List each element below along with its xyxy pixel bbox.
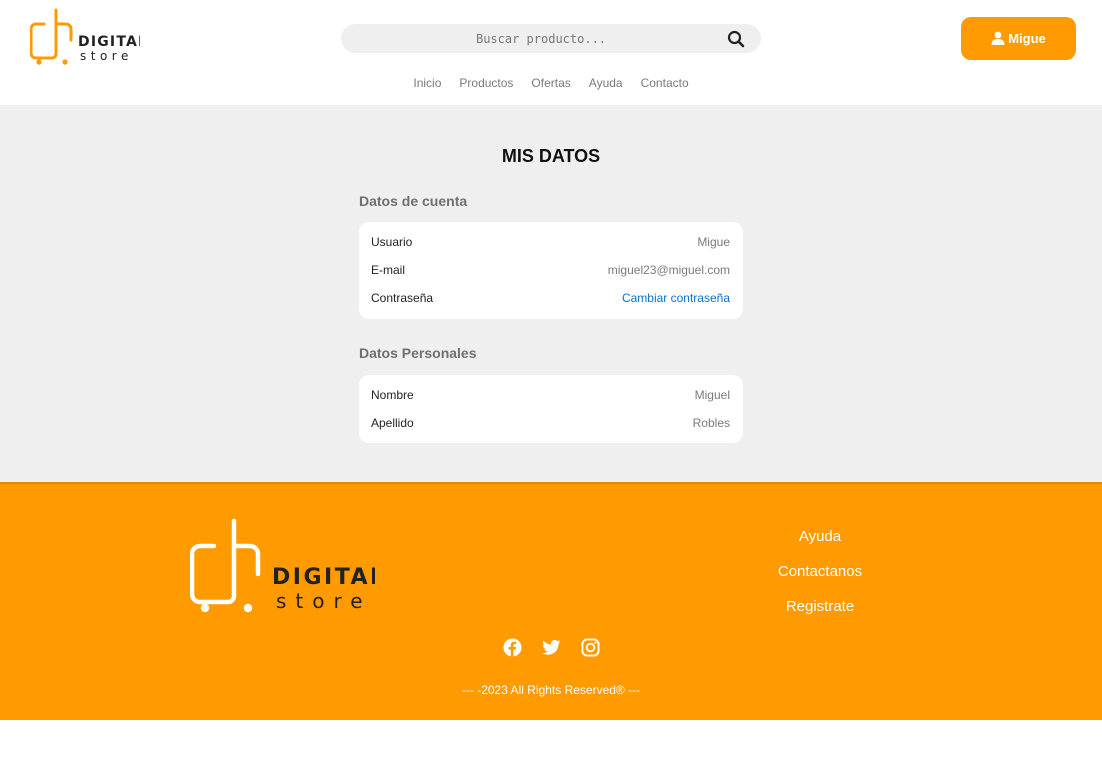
main-content: MIS DATOS Datos de cuenta Usuario Migue … [0, 105, 1102, 482]
twitter-icon[interactable] [541, 638, 561, 657]
social-links [0, 638, 1102, 657]
svg-text:DIGITAL: DIGITAL [78, 34, 140, 50]
email-value: miguel23@miguel.com [607, 263, 730, 277]
personal-card: Nombre Miguel Apellido Robles [359, 375, 743, 443]
nav-inicio[interactable]: Inicio [413, 76, 441, 94]
svg-text:DIGITAL: DIGITAL [272, 565, 375, 590]
name-value: Miguel [694, 388, 730, 402]
footer-logo[interactable]: DIGITAL store [189, 518, 384, 614]
account-row-user: Usuario Migue [371, 235, 730, 251]
personal-row-lastname: Apellido Robles [371, 416, 730, 432]
lastname-value: Robles [692, 416, 730, 430]
page-title: MIS DATOS [501, 146, 601, 166]
account-row-email: E-mail miguel23@miguel.com [371, 263, 730, 279]
digital-store-logo[interactable]: DIGITAL store [29, 8, 147, 66]
nav-ayuda[interactable]: Ayuda [589, 76, 623, 94]
password-label: Contraseña [371, 291, 434, 305]
user-name-label: Migue [1008, 31, 1046, 46]
svg-text:store: store [276, 589, 372, 613]
footer-link-registrate[interactable]: Registrate [720, 598, 920, 633]
account-row-password: Contraseña Cambiar contraseña [371, 291, 730, 307]
change-password-link[interactable]: Cambiar contraseña [622, 291, 730, 305]
footer: DIGITAL store Ayuda Contactanos Registra… [0, 482, 1102, 720]
search-bar [341, 24, 761, 53]
search-input[interactable] [341, 24, 741, 53]
instagram-icon[interactable] [580, 638, 600, 657]
svg-text:store: store [80, 49, 133, 63]
footer-links: Ayuda Contactanos Registrate [720, 528, 920, 633]
user-icon [991, 31, 1005, 45]
copyright-text: --- -2023 All Rights Reserved® --- [461, 683, 641, 697]
account-card: Usuario Migue E-mail miguel23@miguel.com… [359, 222, 743, 319]
page-bottom [0, 720, 1102, 766]
email-label: E-mail [371, 263, 406, 277]
user-value: Migue [697, 235, 730, 249]
name-label: Nombre [371, 388, 414, 402]
user-label: Usuario [371, 235, 413, 249]
lastname-label: Apellido [371, 416, 414, 430]
search-icon[interactable] [727, 30, 745, 48]
personal-row-name: Nombre Miguel [371, 388, 730, 404]
nav-ofertas[interactable]: Ofertas [531, 76, 570, 94]
facebook-icon[interactable] [502, 638, 522, 657]
footer-link-contactanos[interactable]: Contactanos [720, 563, 920, 598]
footer-link-ayuda[interactable]: Ayuda [720, 528, 920, 563]
nav-contacto[interactable]: Contacto [641, 76, 689, 94]
header: DIGITAL store Migue Inicio Productos Ofe… [0, 0, 1102, 105]
personal-section-heading: Datos Personales [359, 345, 477, 361]
nav-productos[interactable]: Productos [459, 76, 513, 94]
account-section-heading: Datos de cuenta [359, 193, 468, 209]
user-account-button[interactable]: Migue [961, 17, 1076, 60]
main-nav: Inicio Productos Ofertas Ayuda Contacto [0, 76, 1102, 94]
